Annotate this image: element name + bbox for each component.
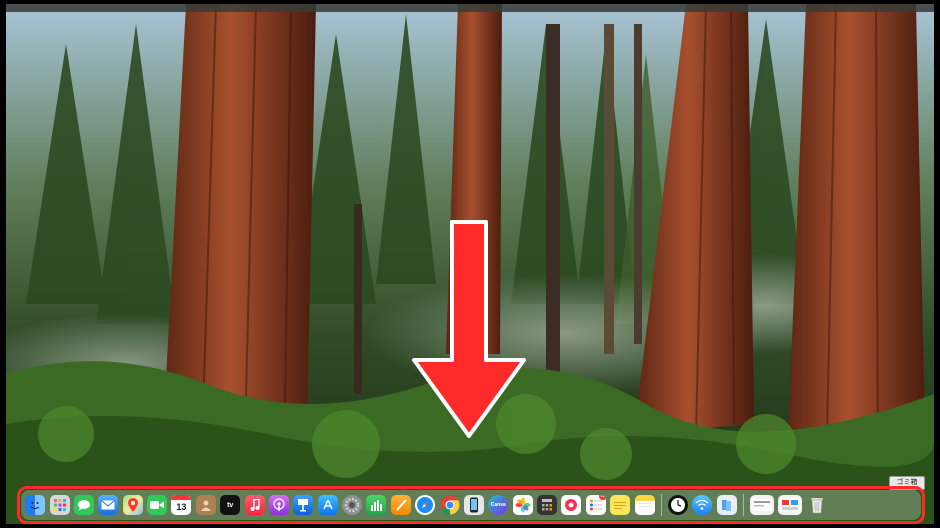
menu-bar: [6, 4, 934, 12]
down-arrow-annotation: [412, 220, 526, 438]
dock-highlight-box: [17, 486, 925, 524]
desktop-screen: ゴミ箱: [6, 4, 934, 524]
